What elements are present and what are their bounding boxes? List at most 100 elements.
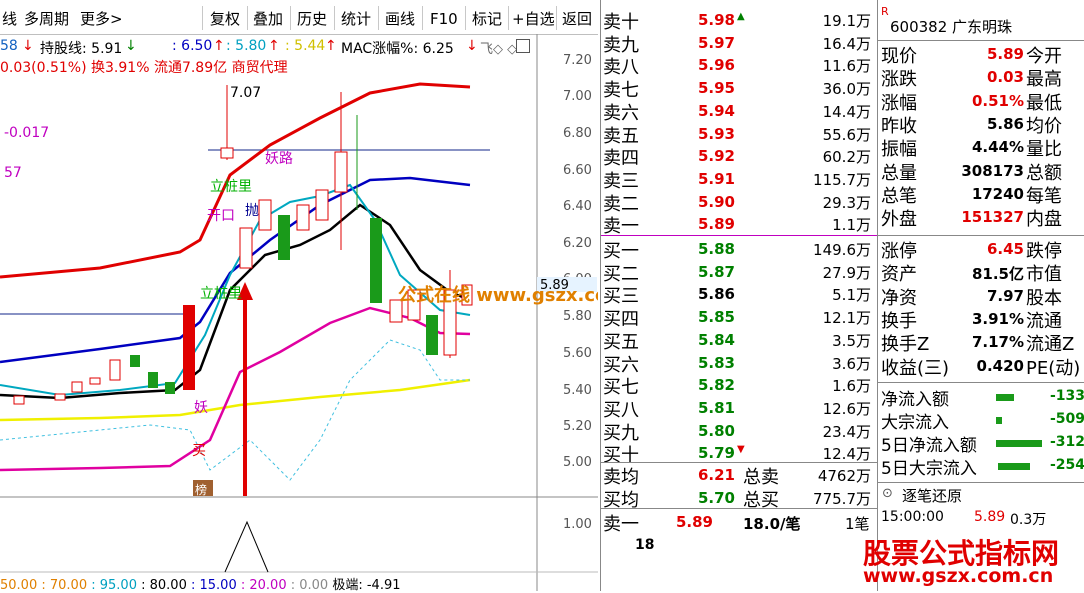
bid-row[interactable]: 买五 5.84 3.5万	[601, 328, 877, 353]
quote-label-right: 每笔	[1026, 185, 1062, 207]
bid-row[interactable]: 买三 5.86 5.1万	[601, 282, 877, 307]
bottom-indicator-row: 50.00 : 70.00 : 95.00 : 80.00 : 15.00 : …	[0, 574, 598, 593]
line-tab[interactable]: 线	[2, 8, 17, 30]
axis-label: 5.40	[563, 383, 592, 398]
bid-row[interactable]: 买四 5.85 12.1万	[601, 305, 877, 330]
quote-row: 涨幅 0.51% 最低	[878, 89, 1084, 114]
axis-label: 7.00	[563, 89, 592, 104]
bid-price: 5.81	[697, 398, 735, 417]
quote-label-right: 内盘	[1026, 209, 1062, 231]
quote-value: 7.17%	[971, 333, 1024, 352]
multi-period-tab[interactable]: 多周期	[24, 8, 69, 30]
ask-row[interactable]: 卖五 5.93 55.6万	[601, 122, 877, 147]
ask-volume: 11.6万	[822, 57, 871, 76]
ask-row[interactable]: 卖八 5.96 11.6万	[601, 53, 877, 78]
ask-row[interactable]: 卖四 5.92 60.2万	[601, 144, 877, 169]
quote-label-right: 跌停	[1026, 241, 1062, 262]
ask-row[interactable]: 卖十 5.98 19.1万 ▲	[601, 8, 877, 33]
ask-row[interactable]: 卖九 5.97 16.4万	[601, 31, 877, 56]
last-trade-row: 卖一 5.89 18.0/笔 1笔	[603, 513, 870, 535]
bid-price: 5.85	[697, 308, 735, 327]
tick-time: 15:00:00	[881, 509, 944, 525]
flow-value: -509	[1049, 411, 1084, 427]
quote-row: 收益(三) 0.420 PE(动)	[878, 354, 1084, 379]
quote-row: 资产 81.5亿 市值	[878, 260, 1084, 286]
bid-row[interactable]: 买一 5.88 149.6万	[601, 237, 877, 262]
quote-value: 17240	[971, 184, 1024, 203]
mark-button[interactable]: 标记	[472, 8, 502, 30]
tick-title[interactable]: 逐笔还原	[902, 485, 962, 506]
bang-label: 榜	[195, 482, 207, 497]
quote-label: 换手	[881, 310, 917, 332]
history-button[interactable]: 历史	[297, 8, 327, 30]
f10-button[interactable]: F10	[430, 8, 458, 30]
bid-volume: 12.1万	[822, 309, 871, 328]
flow-bar	[996, 440, 1042, 447]
statistics-button[interactable]: 统计	[341, 8, 371, 30]
ask-row[interactable]: 卖一 5.89 1.1万	[601, 212, 877, 237]
bid-row[interactable]: 买十 5.79 12.4万 ▼	[601, 441, 877, 466]
bid-row[interactable]: 买七 5.82 1.6万	[601, 373, 877, 398]
order-book: 卖十 5.98 19.1万 ▲ 卖九 5.97 16.4万 卖八 5.96 11.6万 卖七 5.95…	[600, 0, 877, 591]
flow-row: 5日净流入额 -312	[878, 431, 1084, 456]
quote-label: 外盘	[881, 209, 917, 231]
quote-label-right: 市值	[1026, 264, 1062, 286]
draw-line-button[interactable]: 画线	[385, 8, 415, 30]
quote-value: 0.03	[986, 68, 1024, 87]
quote-row: 现价 5.89 今开	[878, 42, 1084, 67]
more-tab[interactable]: 更多>	[80, 8, 123, 30]
quote-row: 振幅 4.44% 量比	[878, 135, 1084, 160]
bid-row[interactable]: 买二 5.87 27.9万	[601, 260, 877, 285]
ask-row[interactable]: 卖六 5.94 14.4万	[601, 99, 877, 124]
flow-bar	[996, 417, 1002, 424]
flow-label: 大宗流入	[881, 413, 949, 433]
quote-label: 涨幅	[881, 92, 917, 114]
bid-price: 5.83	[697, 353, 735, 372]
flow-label: 5日大宗流入	[881, 459, 977, 479]
quote-label-right: 总额	[1026, 162, 1062, 184]
chevron-up-icon[interactable]: ⊙	[882, 486, 893, 501]
ask-row[interactable]: 卖二 5.90 29.3万	[601, 190, 877, 215]
site-logo-url: www.gszx.com.cn	[863, 565, 1054, 587]
toolbar-divider	[556, 6, 557, 30]
quote-label: 涨停	[881, 241, 917, 262]
ask-price: 5.95	[697, 79, 735, 98]
axis-label: 5.20	[563, 419, 592, 434]
overlay-button[interactable]: 叠加	[253, 8, 283, 30]
flow-row: 净流入额 -133	[878, 385, 1084, 410]
quote-label-right: 均价	[1026, 115, 1062, 137]
back-button[interactable]: 返回	[562, 8, 592, 30]
bid-volume: 149.6万	[813, 241, 871, 259]
flow-value: -254	[1049, 457, 1084, 473]
high-price-label: 7.07	[230, 85, 261, 101]
toolbar-divider	[202, 6, 203, 30]
quote-row: 涨停 6.45 跌停	[878, 237, 1084, 262]
tick-vol: 0.3万	[1010, 512, 1047, 528]
toolbar-divider	[290, 6, 291, 30]
quote-value: 5.86	[986, 114, 1024, 133]
ask-row[interactable]: 卖三 5.91 115.7万	[601, 167, 877, 192]
flow-label: 净流入额	[881, 390, 949, 410]
quote-value: 4.44%	[971, 138, 1024, 157]
bid-row[interactable]: 买九 5.80 23.4万	[601, 419, 877, 444]
axis-label: 5.80	[563, 309, 592, 324]
ask-volume: 36.0万	[822, 80, 871, 99]
tick-price: 5.89	[974, 509, 1006, 525]
bid-row[interactable]: 买六 5.83 3.6万	[601, 351, 877, 376]
toolbar-divider	[422, 6, 423, 30]
dashed-line	[0, 339, 470, 481]
avg-sell-row: 卖均 6.21 总卖 4762万	[603, 466, 871, 488]
quote-label: 昨收	[881, 115, 917, 137]
price-chart[interactable]: 7.20 7.00 6.80 6.60 6.40 6.20 6.00 5.80 …	[0, 34, 598, 591]
toolbar-divider	[334, 6, 335, 30]
quote-value: 6.45	[986, 240, 1024, 258]
bid-row[interactable]: 买八 5.81 12.6万	[601, 396, 877, 421]
stock-code-name: 600382 广东明珠	[890, 18, 1013, 36]
fuquan-button[interactable]: 复权	[210, 8, 240, 30]
quote-label-right: 流通Z	[1026, 334, 1075, 356]
add-watchlist-button[interactable]: +自选	[512, 8, 555, 30]
ask-row[interactable]: 卖七 5.95 36.0万	[601, 76, 877, 101]
quote-row: 总笔 17240 每笔	[878, 182, 1084, 207]
bid-volume: 27.9万	[822, 263, 871, 282]
ask-price: 5.94	[697, 101, 735, 120]
